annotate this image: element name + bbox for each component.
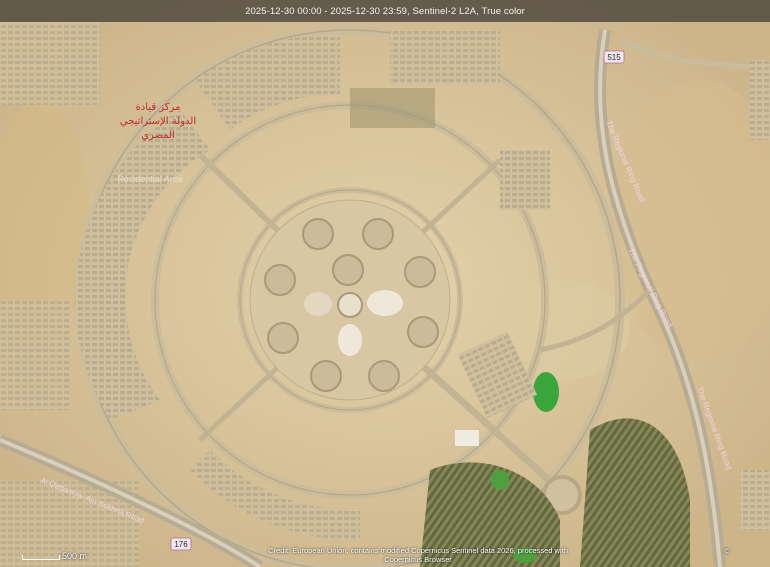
svg-text:515: 515 <box>607 53 621 62</box>
scale-bar: 500 m <box>22 551 92 563</box>
urban-block-west <box>0 300 70 410</box>
park-area <box>350 88 435 128</box>
credit-line: Copernicus Browser <box>384 555 452 564</box>
credit-text: Credit: European Union, contains modifie… <box>258 546 578 564</box>
building <box>455 430 479 446</box>
route-shield-515: 515 <box>603 50 625 64</box>
area-label-residential: Residential Area <box>117 174 183 184</box>
urban-block-northwest <box>0 20 100 105</box>
green-patch <box>491 470 509 490</box>
district-label-arabic: المصري <box>141 130 175 141</box>
credit-line: Credit: European Union, contains modifie… <box>268 546 568 555</box>
route-shield-176: 176 <box>170 537 192 551</box>
building-cluster <box>740 470 770 530</box>
building-cluster <box>390 30 500 85</box>
building-cluster <box>500 150 550 210</box>
scale-bar-label: 500 m <box>62 551 88 561</box>
copernicus-watermark-icon: © <box>724 547 730 556</box>
building-cluster <box>750 60 770 140</box>
district-label-arabic: الدولة الإستراتيجي <box>120 116 196 127</box>
date-caption: 2025-12-30 00:00 - 2025-12-30 23:59, Sen… <box>245 5 525 17</box>
central-district <box>249 199 451 401</box>
satellite-map[interactable]: مركز قيادة الدولة الإستراتيجي المصري Res… <box>0 0 770 567</box>
district-label-arabic: مركز قيادة <box>136 102 181 113</box>
scale-bar-line <box>22 555 60 560</box>
svg-text:176: 176 <box>174 540 188 549</box>
green-field <box>533 372 559 412</box>
date-caption-bar: 2025-12-30 00:00 - 2025-12-30 23:59, Sen… <box>0 0 770 22</box>
